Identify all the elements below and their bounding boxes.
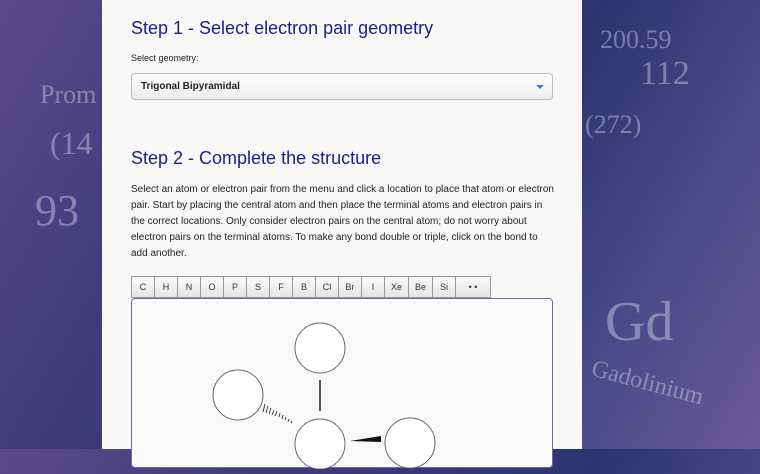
atom-slot-back-left[interactable]: [212, 369, 264, 421]
atom-button-o[interactable]: O: [200, 276, 224, 298]
geometry-label: Select geometry:: [131, 53, 199, 63]
atom-button-si[interactable]: Si: [432, 276, 457, 298]
main-panel: Step 1 - Select electron pair geometry S…: [102, 0, 582, 470]
wedge-bond[interactable]: [350, 436, 381, 442]
background-decoration: Gd: [605, 291, 674, 353]
background-decoration: 112: [640, 55, 690, 92]
background-decoration: 93: [35, 186, 79, 235]
background-decoration: (14: [50, 125, 93, 161]
instructions-text: Select an atom or electron pair from the…: [131, 184, 554, 259]
atom-button-b[interactable]: B: [292, 276, 316, 298]
atom-button-h[interactable]: H: [154, 276, 178, 298]
atom-slot-central[interactable]: [294, 418, 346, 470]
atom-button-f[interactable]: F: [269, 276, 293, 298]
atom-button-cl[interactable]: Cl: [315, 276, 339, 298]
background-decoration: Gadolinium: [588, 355, 707, 411]
chevron-down-icon: [536, 85, 544, 89]
geometry-select[interactable]: Trigonal Bipyramidal: [131, 73, 553, 100]
geometry-select-value: Trigonal Bipyramidal: [141, 81, 240, 92]
atom-button-s[interactable]: S: [246, 276, 270, 298]
electron-pair-button[interactable]: • •: [455, 276, 492, 298]
atom-button-n[interactable]: N: [177, 276, 201, 298]
background-decoration: Prom: [40, 80, 97, 109]
background-decoration: (272): [585, 110, 642, 139]
structure-canvas[interactable]: [131, 298, 553, 470]
step1-heading: Step 1 - Select electron pair geometry: [131, 18, 434, 38]
atom-button-br[interactable]: Br: [338, 276, 362, 298]
molecule-drawing: [212, 322, 436, 470]
atom-button-be[interactable]: Be: [408, 276, 434, 298]
atom-button-i[interactable]: I: [361, 276, 385, 298]
atom-button-xe[interactable]: Xe: [384, 276, 410, 298]
hashed-bond[interactable]: [262, 403, 293, 424]
step2-heading: Step 2 - Complete the structure: [131, 148, 382, 168]
atom-slot-top[interactable]: [294, 322, 346, 374]
atom-toolbar: C H N O P S F B Cl Br I Xe Be Si • •: [131, 276, 492, 298]
background-decoration: 200.59: [600, 25, 672, 54]
atom-slot-front-right[interactable]: [384, 417, 436, 469]
atom-button-c[interactable]: C: [131, 276, 155, 298]
atom-button-p[interactable]: P: [223, 276, 247, 298]
